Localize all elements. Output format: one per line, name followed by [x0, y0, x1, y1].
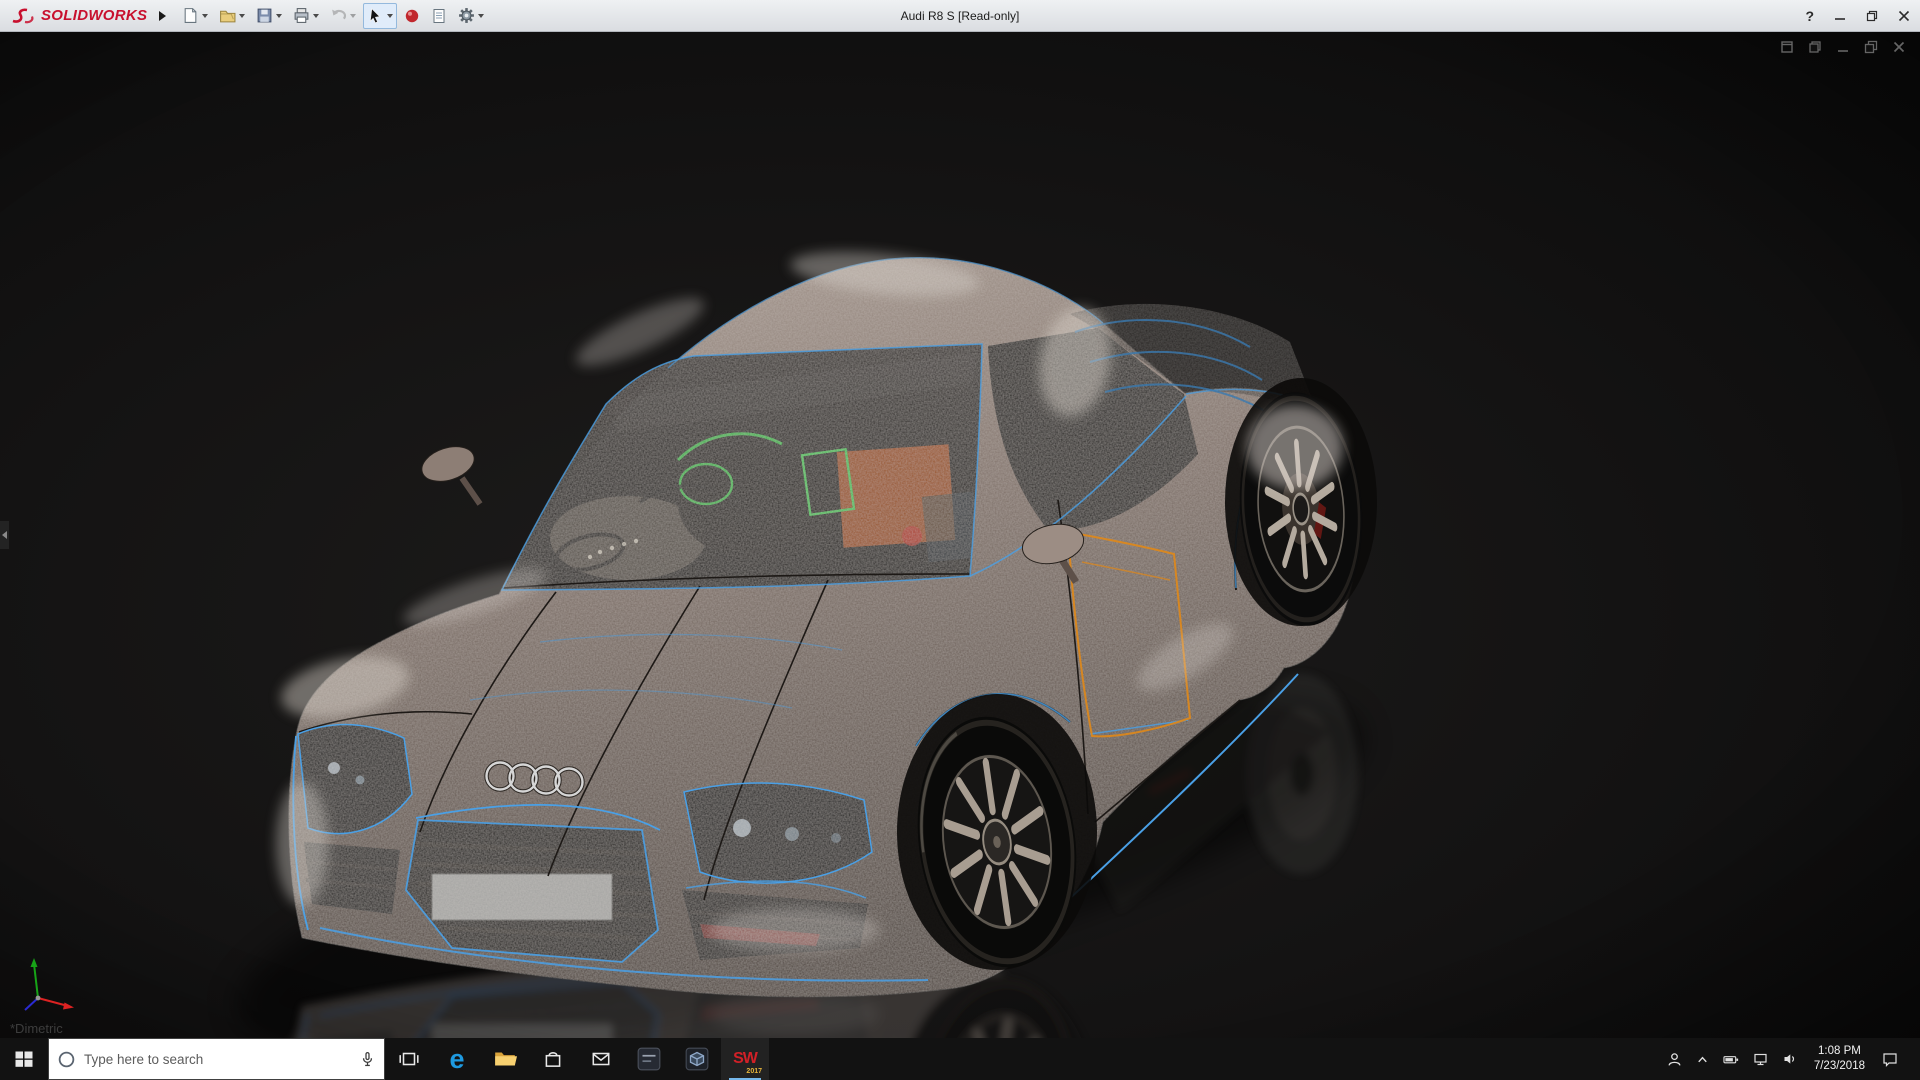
dropdown-caret[interactable] — [313, 14, 319, 18]
dropdown-caret[interactable] — [387, 14, 393, 18]
model-scene — [0, 32, 1920, 1038]
undo-icon — [330, 7, 347, 24]
save-button[interactable] — [252, 3, 286, 29]
mail-icon — [590, 1048, 612, 1070]
new-document-button[interactable] — [178, 3, 212, 29]
snipping-utility-button[interactable] — [625, 1038, 673, 1080]
edge-button[interactable]: e — [433, 1038, 481, 1080]
network-icon[interactable] — [1752, 1051, 1769, 1067]
clock-date: 7/23/2018 — [1814, 1059, 1865, 1074]
menu-expand-arrow-icon[interactable] — [159, 11, 166, 21]
taskbar-clock[interactable]: 1:08 PM 7/23/2018 — [1810, 1044, 1869, 1074]
edrawings-button[interactable] — [673, 1038, 721, 1080]
close-icon[interactable] — [1892, 40, 1906, 54]
close-button[interactable] — [1898, 10, 1910, 22]
microphone-icon[interactable] — [359, 1051, 376, 1068]
window-title: Audi R8 S [Read-only] — [901, 0, 1020, 32]
task-view-button[interactable] — [385, 1038, 433, 1080]
brand-text: SOLIDWORKS — [41, 7, 147, 24]
chevron-up-icon[interactable] — [1695, 1052, 1710, 1067]
edge-icon: e — [449, 1046, 464, 1073]
dassault-logo-icon — [10, 7, 36, 25]
print-icon — [293, 7, 310, 24]
help-button[interactable]: ? — [1805, 8, 1814, 24]
solidworks-app-button[interactable]: SW 2017 — [721, 1038, 769, 1080]
file-explorer-button[interactable] — [481, 1038, 529, 1080]
search-input[interactable] — [84, 1052, 351, 1067]
people-icon[interactable] — [1666, 1051, 1683, 1068]
open-icon — [219, 7, 236, 24]
new-document-icon — [182, 7, 199, 24]
viewport-3d[interactable]: *Dimetric — [0, 32, 1920, 1038]
feature-panel-collapse-arrow[interactable] — [0, 521, 9, 549]
close-icon — [1898, 10, 1910, 22]
appearances-sphere-icon — [404, 8, 420, 24]
store-bag-icon — [542, 1048, 564, 1070]
taskbar-search[interactable] — [48, 1038, 385, 1080]
dropdown-caret[interactable] — [276, 14, 282, 18]
dropdown-caret[interactable] — [239, 14, 245, 18]
restore-icon[interactable] — [1864, 40, 1878, 54]
dropdown-caret[interactable] — [478, 14, 484, 18]
utility-app-icon — [636, 1046, 662, 1072]
save-icon — [256, 7, 273, 24]
minimize-icon[interactable] — [1836, 40, 1850, 54]
windows-logo-icon — [14, 1049, 34, 1069]
minimize-icon — [1834, 10, 1846, 22]
open-document-button[interactable] — [215, 3, 249, 29]
file-explorer-icon — [493, 1047, 517, 1071]
cascade-icon[interactable] — [1808, 40, 1822, 54]
main-toolbar — [178, 3, 488, 29]
task-view-icon — [398, 1048, 420, 1070]
appearances-button[interactable] — [400, 3, 424, 29]
clock-time: 1:08 PM — [1814, 1044, 1865, 1059]
system-tray: 1:08 PM 7/23/2018 — [1666, 1038, 1920, 1080]
vignette-overlay — [0, 32, 1920, 1038]
view-orientation-label: *Dimetric — [10, 1021, 63, 1036]
select-cursor-icon — [367, 7, 384, 24]
print-button[interactable] — [289, 3, 323, 29]
volume-icon[interactable] — [1781, 1051, 1798, 1067]
design-binder-icon — [431, 8, 447, 24]
battery-icon[interactable] — [1722, 1052, 1740, 1067]
undo-button[interactable] — [326, 3, 360, 29]
solidworks-logo: SOLIDWORKS — [0, 7, 155, 25]
taskbar: e — [0, 1038, 1920, 1080]
left-arrow-icon — [2, 531, 7, 539]
minimize-button[interactable] — [1834, 10, 1846, 22]
restore-button[interactable] — [1866, 10, 1878, 22]
new-window-icon[interactable] — [1780, 40, 1794, 54]
dropdown-caret[interactable] — [202, 14, 208, 18]
cortana-icon — [57, 1050, 76, 1069]
solidworks-window: SOLIDWORKS — [0, 0, 1920, 1080]
action-center-icon[interactable] — [1881, 1051, 1899, 1068]
options-gear-icon — [458, 7, 475, 24]
titlebar: SOLIDWORKS — [0, 0, 1920, 32]
store-button[interactable] — [529, 1038, 577, 1080]
start-button[interactable] — [0, 1038, 48, 1080]
edrawings-icon — [684, 1046, 710, 1072]
solidworks-app-icon: SW 2017 — [730, 1044, 760, 1074]
window-controls: ? — [1805, 0, 1910, 32]
select-tool-button[interactable] — [363, 3, 397, 29]
options-button[interactable] — [454, 3, 488, 29]
orientation-triad — [16, 954, 86, 1016]
design-binder-button[interactable] — [427, 3, 451, 29]
dropdown-caret[interactable] — [350, 14, 356, 18]
document-window-controls — [1780, 40, 1906, 54]
restore-icon — [1866, 10, 1878, 22]
mail-button[interactable] — [577, 1038, 625, 1080]
